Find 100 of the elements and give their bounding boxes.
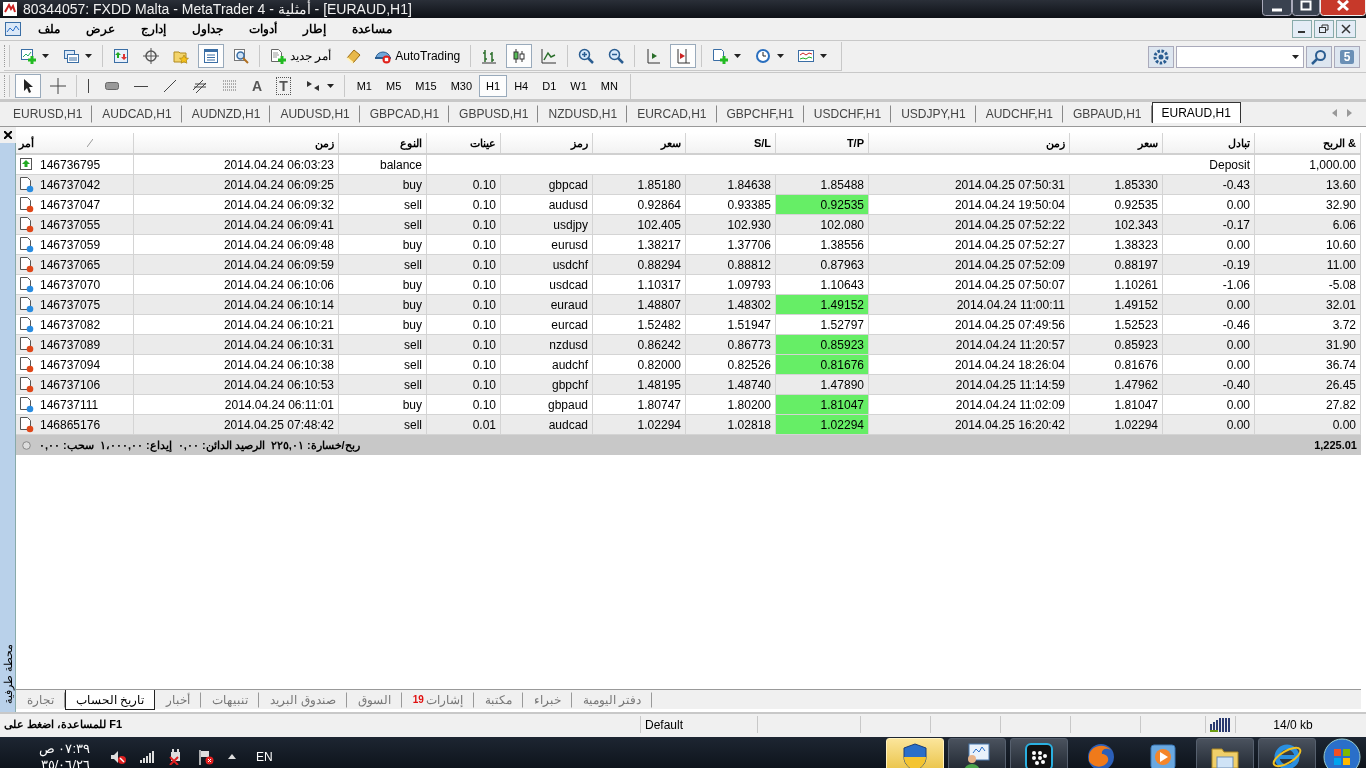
text-button[interactable]: A — [247, 74, 268, 98]
label-button[interactable]: T — [271, 74, 296, 98]
chart-tab[interactable]: AUDNZD,H1 — [181, 105, 271, 123]
caret-icon[interactable] — [820, 54, 828, 58]
chart-tab[interactable]: AUDCHF,H1 — [975, 105, 1064, 123]
chart-tab[interactable]: EURUSD,H1 — [3, 105, 93, 123]
column-header[interactable]: تبادل — [1228, 136, 1250, 150]
mdi-close-icon[interactable] — [1336, 19, 1356, 38]
chart-tab[interactable]: NZDUSD,H1 — [538, 105, 628, 123]
taskbar-button[interactable] — [1010, 738, 1068, 768]
chart-tab[interactable]: USDCHF,H1 — [803, 105, 892, 123]
flag-crossed-icon[interactable] — [198, 748, 214, 765]
chart-tab[interactable]: EURCAD,H1 — [627, 105, 717, 123]
terminal-tab[interactable]: تاريخ الحساب — [65, 690, 156, 710]
order-number: 146737106 — [40, 377, 101, 392]
menu-item[interactable]: مساعدة — [339, 18, 405, 39]
candles-button[interactable] — [506, 44, 533, 68]
timeframe-button[interactable]: M30 — [443, 75, 480, 97]
search-field[interactable] — [1176, 45, 1304, 68]
taskbar-button[interactable] — [1258, 738, 1316, 768]
menu-item[interactable]: ملف — [25, 18, 73, 39]
up-arrow-icon[interactable] — [228, 754, 236, 759]
column-header[interactable]: زمن — [315, 136, 334, 150]
mdi-restore-icon[interactable] — [1314, 19, 1334, 38]
terminal-button[interactable] — [198, 44, 224, 68]
table-cell: 0.86242 — [593, 335, 686, 354]
signal-bars-icon[interactable] — [140, 750, 154, 763]
start-button[interactable] — [1320, 737, 1364, 768]
timeframe-button[interactable]: W1 — [563, 75, 594, 97]
chart-shift-icon — [645, 48, 662, 64]
column-header[interactable]: أمر — [19, 136, 34, 150]
take-profit-cell: 0.87963 — [776, 255, 869, 274]
column-header[interactable]: سعر — [1138, 136, 1158, 150]
menu-item[interactable]: أدوات — [236, 18, 290, 39]
column-header[interactable]: عينات — [470, 136, 496, 150]
close-icon[interactable] — [3, 131, 12, 139]
table-cell: 2014.04.24 06:09:25 — [134, 175, 339, 194]
column-header[interactable]: T/P — [846, 137, 864, 149]
terminal-tab[interactable]: تجارة — [16, 691, 65, 708]
chart-tab[interactable]: GBPCAD,H1 — [359, 105, 450, 123]
chart-tab[interactable]: AUDUSD,H1 — [270, 105, 360, 123]
column-header[interactable]: زمن — [1046, 136, 1065, 150]
settings-button[interactable] — [1148, 45, 1174, 68]
search-button[interactable] — [1306, 45, 1332, 68]
chart-tab[interactable]: EURAUD,H1 — [1151, 102, 1241, 123]
column-header[interactable]: S/L — [753, 137, 771, 149]
terminal-tab[interactable]: السوق — [346, 691, 402, 708]
timeframe-button[interactable]: M1 — [349, 75, 379, 97]
clock-date[interactable]: ٣٥/٠٦/٢٦ — [40, 756, 90, 768]
terminal-tab[interactable]: خبراء — [522, 691, 572, 708]
circle-icon — [22, 440, 31, 450]
take-profit-cell: 1.47890 — [776, 375, 869, 394]
star-folder-icon — [173, 48, 189, 64]
caret-icon[interactable] — [777, 54, 785, 58]
column-header[interactable]: الربح & — [1323, 136, 1356, 150]
column-header[interactable]: النوع — [400, 136, 422, 150]
maximize-icon[interactable] — [1292, 0, 1320, 16]
table-cell: balance — [339, 155, 427, 174]
terminal-tab[interactable]: دفتر اليومية — [571, 691, 653, 708]
menu-item[interactable]: إطار — [290, 18, 339, 39]
autoscroll-button[interactable] — [670, 44, 697, 68]
terminal-tab[interactable]: مكتبة — [473, 691, 523, 708]
column-header[interactable]: رمز — [571, 136, 588, 150]
autotrading-button[interactable]: AutoTrading — [370, 44, 466, 68]
menu-item[interactable]: إدارج — [128, 18, 179, 39]
taskbar-button[interactable] — [948, 738, 1006, 768]
chart-tab[interactable]: AUDCAD,H1 — [92, 105, 182, 123]
caret-icon[interactable] — [326, 84, 334, 88]
timeframe-button[interactable]: H4 — [507, 75, 536, 97]
cursor-button[interactable] — [15, 74, 41, 98]
language-indicator[interactable]: EN — [256, 749, 273, 764]
chart-tab[interactable]: GBPUSD,H1 — [449, 105, 539, 123]
new-order-button[interactable]: أمر جديد — [265, 44, 337, 68]
column-header[interactable]: سعر — [661, 136, 681, 150]
timeframe-button[interactable]: M5 — [378, 75, 409, 97]
timeframe-button[interactable]: M15 — [408, 75, 444, 97]
mdi-minimize-icon[interactable] — [1292, 19, 1312, 38]
table-cell: 0.88812 — [686, 255, 776, 274]
timeframe-button[interactable]: MN — [593, 75, 625, 97]
timeframe-button[interactable]: H1 — [479, 75, 508, 97]
chart-tab[interactable]: USDJPY,H1 — [891, 105, 976, 123]
caret-icon[interactable] — [734, 54, 742, 58]
caret-icon[interactable] — [85, 54, 92, 58]
caret-icon[interactable] — [1292, 54, 1299, 59]
menu-item[interactable]: عرض — [73, 18, 128, 39]
table-cell: 0.00 — [1163, 335, 1255, 354]
minimize-icon[interactable] — [1262, 0, 1292, 16]
taskbar-button[interactable] — [1196, 738, 1254, 768]
chart-tab[interactable]: GBPAUD,H1 — [1063, 105, 1152, 123]
take-profit-cell: 0.92535 — [776, 195, 869, 214]
caret-icon[interactable] — [42, 54, 49, 58]
table-cell: 1.81047 — [1070, 395, 1163, 414]
terminal-tab[interactable]: تنبيهات — [201, 691, 260, 708]
order-number: 146737094 — [40, 357, 101, 372]
timeframe-button[interactable]: D1 — [535, 75, 564, 97]
clock-time[interactable]: ٠٧:٣٩ ص — [38, 740, 90, 757]
menu-item[interactable]: جداول — [179, 18, 236, 39]
terminal-tab[interactable]: صندوق البريد — [259, 691, 347, 708]
chart-tab[interactable]: GBPCHF,H1 — [716, 105, 804, 123]
table-cell: 2014.04.24 06:09:59 — [134, 255, 339, 274]
